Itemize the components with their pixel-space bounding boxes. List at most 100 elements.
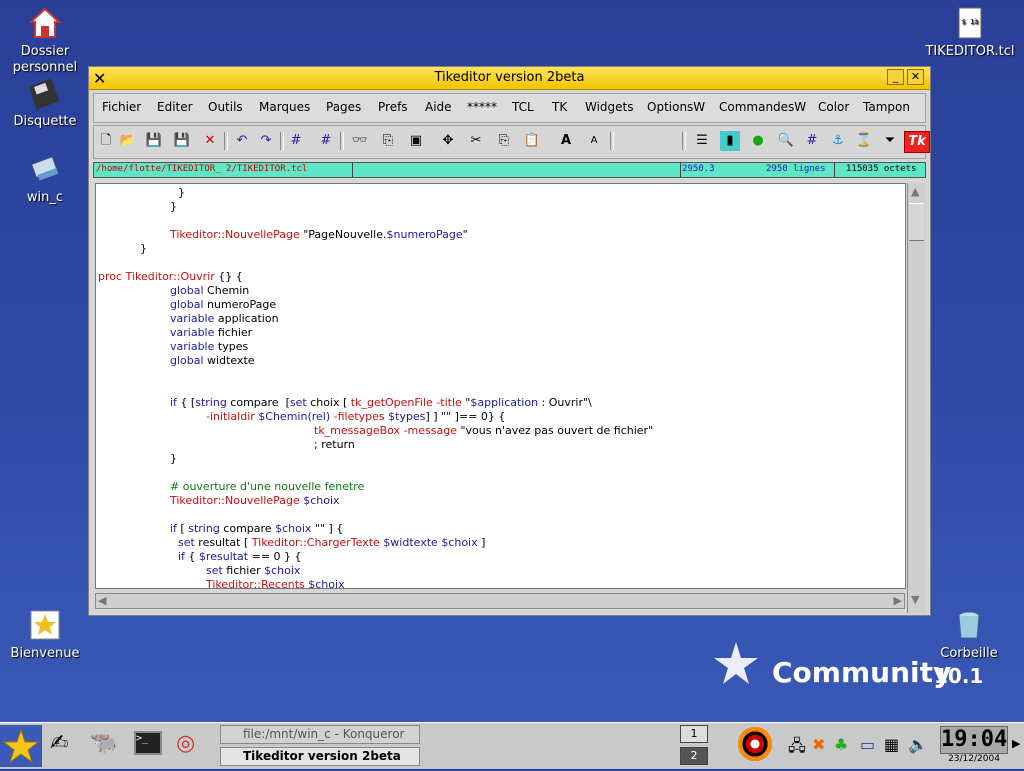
desktop-icon-tikeditor[interactable]: $ 1à TIKEDITOR.tcl	[924, 6, 1016, 60]
menu-fichier[interactable]: Fichier	[102, 100, 141, 114]
desktop-icon-bienvenue[interactable]: Bienvenue	[0, 608, 90, 662]
scroll-right-arrow-icon[interactable]: ▶	[894, 594, 902, 607]
hash-uncomment-icon[interactable]: #	[316, 131, 336, 151]
minimize-button[interactable]: _	[887, 69, 904, 85]
drive-icon	[28, 152, 62, 186]
anchor-icon[interactable]: ⚓	[828, 131, 848, 151]
hash-tool-icon[interactable]: #	[802, 131, 822, 151]
code-line: }	[178, 186, 185, 199]
new-file-icon[interactable]: 🗋	[96, 131, 116, 151]
code-line: }	[140, 242, 147, 255]
task-tikeditor[interactable]: Tikeditor version 2beta	[220, 747, 420, 766]
code-line: proc Tikeditor::Ouvrir {} {	[98, 270, 243, 283]
desktop-icon-winc[interactable]: win_c	[0, 152, 90, 206]
menu-tampon[interactable]: Tampon	[863, 100, 910, 114]
scroll-left-arrow-icon[interactable]: ◀	[98, 594, 106, 607]
tray-group-icon[interactable]: ♣	[834, 735, 848, 754]
tray-calendar-icon[interactable]: ▦	[884, 735, 899, 754]
code-line: global Chemin	[170, 284, 250, 297]
close-file-icon[interactable]: ✕	[200, 131, 220, 151]
hourglass-icon[interactable]: ⌛	[854, 131, 874, 151]
open-folder-icon[interactable]: 📂	[118, 131, 138, 151]
quicklaunch-gnu-icon[interactable]: 🐃	[90, 731, 117, 756]
clock-time[interactable]: 19:04	[940, 726, 1008, 754]
menu-widgets[interactable]: Widgets	[585, 100, 634, 114]
filter-icon[interactable]: ⏷	[880, 131, 900, 151]
close-button[interactable]: ✕	[907, 69, 924, 85]
code-line: global widtexte	[170, 354, 255, 367]
code-line: set resultat [ Tikeditor::ChargerTexte $…	[178, 536, 486, 549]
scroll-up-arrow-icon[interactable]: ▲	[911, 185, 919, 198]
status-divider	[352, 163, 353, 177]
code-line: -initialdir $Chemin(rel) -filetypes $typ…	[206, 410, 506, 423]
target-icon[interactable]	[738, 727, 772, 761]
taskbar-scroll-icon[interactable]: ▶	[1012, 737, 1020, 750]
menu-pages[interactable]: Pages	[326, 100, 361, 114]
menu-editer[interactable]: Editer	[157, 100, 193, 114]
star-icon	[2, 728, 40, 764]
find-icon[interactable]: 👓	[350, 131, 370, 151]
code-editor[interactable]: } } Tikeditor::NouvellePage "PageNouvell…	[95, 183, 906, 589]
menu-outils[interactable]: Outils	[208, 100, 243, 114]
menu-stars[interactable]: *****	[467, 100, 497, 114]
title-bar[interactable]: ✕ Tikeditor version 2beta _ ✕	[89, 67, 930, 90]
welcome-icon	[28, 608, 62, 642]
byte-count: 115035 octets	[846, 164, 917, 174]
menu-tk[interactable]: TK	[552, 100, 567, 114]
volume-icon[interactable]: 🔈	[908, 735, 928, 754]
font-larger-icon[interactable]: A	[556, 131, 576, 151]
status-divider	[834, 163, 835, 177]
toolbar: 🗋 📂 💾 💾 ✕ ↶ ↷ # # 👓 ⎘ ▣ ✥ ✂ ⎘ 📋 A A ☰ ▮ …	[93, 125, 930, 159]
tk-logo-icon[interactable]: Tk	[904, 131, 930, 153]
toolbar-separator	[280, 132, 284, 150]
copy-icon[interactable]: ⎘	[494, 131, 514, 151]
start-button[interactable]	[0, 725, 42, 767]
task-konqueror[interactable]: file:/mnt/win_c - Konqueror	[220, 725, 420, 744]
desktop-icon-floppy[interactable]: Disquette	[0, 76, 90, 130]
run-icon[interactable]: ●	[748, 131, 768, 151]
floppy-icon	[28, 76, 62, 110]
desktop-icon-label: Disquette	[13, 114, 77, 129]
menu-aide[interactable]: Aide	[425, 100, 452, 114]
menu-commandesw[interactable]: CommandesW	[719, 100, 806, 114]
menu-tcl[interactable]: TCL	[512, 100, 534, 114]
code-line: Tikeditor::NouvellePage $choix	[170, 494, 340, 507]
menu-optionsw[interactable]: OptionsW	[647, 100, 705, 114]
code-line: if { $resultat == 0 } {	[178, 550, 302, 563]
font-smaller-icon[interactable]: A	[584, 131, 604, 151]
replace-icon[interactable]: ⎘	[378, 131, 398, 151]
quicklaunch-terminal-icon[interactable]: >_	[134, 731, 162, 755]
console-icon[interactable]: ▮	[720, 131, 740, 151]
brand-version: 10.1	[934, 664, 984, 688]
quicklaunch-konqueror-icon[interactable]: ◎	[176, 731, 195, 756]
menu-color[interactable]: Color	[818, 100, 849, 114]
hash-comment-icon[interactable]: #	[286, 131, 306, 151]
debug-icon[interactable]: 🔍	[776, 131, 796, 151]
code-line: if { [string compare [set choix [ tk_get…	[170, 396, 592, 409]
outline-icon[interactable]: ☰	[692, 131, 712, 151]
desktop-icon-label: TIKEDITOR.tcl	[925, 44, 1015, 59]
menu-prefs[interactable]: Prefs	[378, 100, 408, 114]
redo-icon[interactable]: ↷	[256, 131, 276, 151]
goto-line-icon[interactable]: ▣	[406, 131, 426, 151]
save-icon[interactable]: 💾	[144, 131, 164, 151]
scroll-thumb[interactable]	[909, 203, 924, 241]
pager-desktop-1[interactable]: 1	[680, 725, 708, 743]
quicklaunch-editor-icon[interactable]: ✍	[50, 731, 68, 756]
horizontal-scrollbar[interactable]: ◀ ▶	[95, 593, 905, 609]
menu-marques[interactable]: Marques	[259, 100, 310, 114]
code-comment: # ouverture d'une nouvelle fenetre	[170, 480, 365, 493]
pager-desktop-2[interactable]: 2	[680, 747, 708, 765]
save-as-icon[interactable]: 💾	[172, 131, 192, 151]
tray-display-icon[interactable]: ▭	[860, 735, 875, 754]
undo-icon[interactable]: ↶	[232, 131, 252, 151]
task-label: file:/mnt/win_c - Konqueror	[243, 727, 405, 741]
cut-icon[interactable]: ✂	[466, 131, 486, 151]
tray-x-icon[interactable]: ✖	[812, 735, 825, 754]
vertical-scrollbar[interactable]: ▲ ▼	[907, 183, 926, 613]
move-icon[interactable]: ✥	[438, 131, 458, 151]
network-icon[interactable]: 🖧	[788, 735, 806, 762]
desktop-icon-home[interactable]: Dossier personnel	[0, 6, 90, 76]
scroll-down-arrow-icon[interactable]: ▼	[911, 593, 919, 606]
paste-icon[interactable]: 📋	[522, 131, 542, 151]
